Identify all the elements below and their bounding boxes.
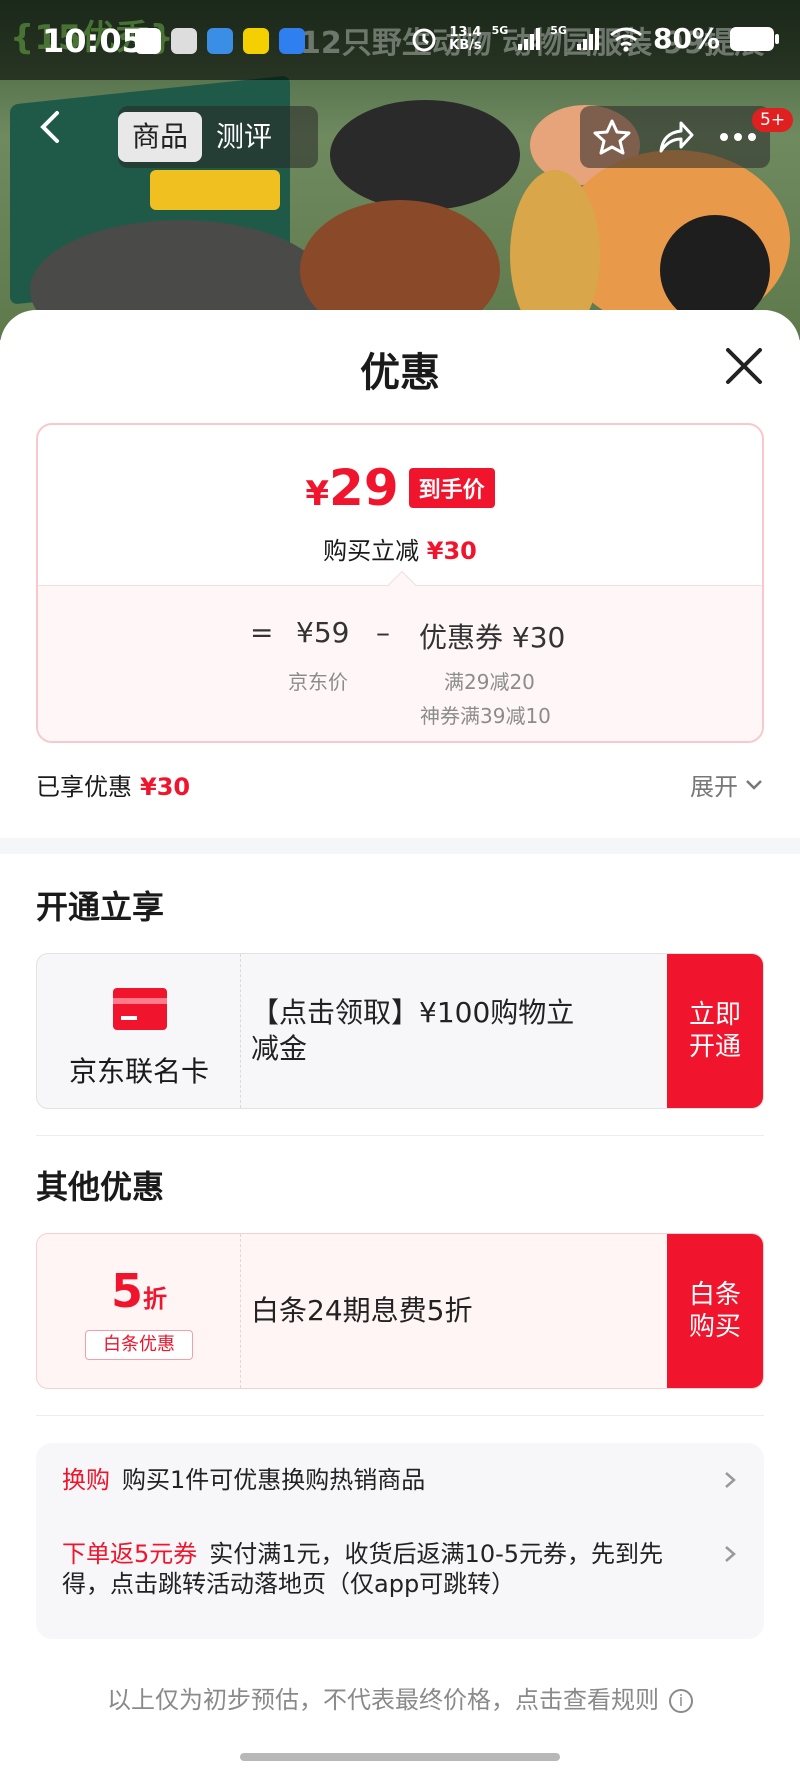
separator-line	[36, 1415, 764, 1416]
sim1-signal-icon	[518, 27, 541, 50]
expand-label: 展开	[690, 773, 738, 801]
rules-note-text: 以上仅为初步预估，不代表最终价格，点击查看规则	[107, 1686, 659, 1714]
enjoyed-discount-amount: ¥30	[140, 773, 191, 801]
gorilla-figure-image	[660, 215, 770, 325]
minus-sign: –	[376, 616, 390, 649]
tab-review[interactable]: 测评	[202, 112, 286, 162]
back-button[interactable]	[26, 106, 74, 166]
product-top-nav: 商品 测评	[0, 100, 800, 180]
price-card: ¥29 到手价 购买立减 ¥30 = ¥59 – 优惠券 ¥30 京东价 满29…	[36, 423, 764, 743]
tab-goods[interactable]: 商品	[118, 112, 203, 162]
status-time: 10:05	[42, 22, 144, 60]
discount-sheet: 优惠 ¥29 到手价 购买立减 ¥30 = ¥59 – 优惠券 ¥30 京东价 …	[0, 310, 800, 1777]
home-indicator[interactable]	[240, 1753, 560, 1761]
base-price-caption: 京东价	[288, 670, 348, 694]
discount-number: 5	[110, 1264, 143, 1318]
telegram-icon	[135, 28, 161, 54]
app-notify-icon	[207, 28, 233, 54]
sheet-title: 优惠	[360, 350, 440, 396]
cobrand-card-offer[interactable]: 京东联名卡 【点击领取】¥100购物立减金 立即开通	[36, 953, 764, 1109]
star-icon	[593, 119, 631, 155]
plane-icon	[171, 28, 197, 54]
battery-percent: 80%	[652, 22, 720, 55]
chevron-left-icon	[40, 111, 59, 143]
open-now-button[interactable]: 立即开通	[667, 954, 763, 1108]
instant-discount-row: 购买立减 ¥30	[38, 531, 762, 566]
coupon-amount: 优惠券 ¥30	[419, 621, 566, 654]
coupon-rule-1: 满29减20	[444, 670, 535, 694]
price-breakdown: = ¥59 – 优惠券 ¥30 京东价 满29减20 神券满39减10	[38, 585, 762, 741]
network-speed-value: 13.4	[449, 24, 482, 40]
sim2-signal-icon	[576, 27, 599, 50]
baitiao-discount-tag: 白条优惠	[85, 1330, 193, 1360]
rules-note[interactable]: 以上仅为初步预估，不代表最终价格，点击查看规则 i	[0, 1680, 800, 1715]
product-actions	[580, 106, 770, 168]
return-coupon-row[interactable]: 下单返5元券 实付满1元，收货后返满10-5元券，先到先得，点击跳转活动落地页（仅…	[62, 1539, 742, 1599]
cobrand-card-badge: 京东联名卡	[37, 954, 241, 1108]
cobrand-card-label: 京东联名卡	[68, 1055, 209, 1088]
expand-button[interactable]: 展开	[690, 767, 764, 802]
alarm-icon	[412, 28, 436, 51]
sim2-5g-label: 5G	[550, 24, 567, 37]
currency-symbol: ¥	[305, 474, 330, 514]
share-button[interactable]	[650, 112, 700, 162]
instant-discount-amount: ¥30	[426, 537, 477, 565]
cobrand-card-offer-text: 【点击领取】¥100购物立减金	[251, 996, 575, 1065]
section-divider	[0, 838, 800, 854]
separator-line	[36, 1135, 764, 1136]
baitiao-discount-badge: 5折 白条优惠	[37, 1234, 241, 1388]
network-speed-unit: KB/s	[449, 37, 482, 53]
extra-offers-panel: 换购 购买1件可优惠换购热销商品 下单返5元券 实付满1元，收货后返满10-5元券，…	[36, 1443, 764, 1639]
coupon-rule-2: 神券满39减10	[420, 704, 551, 728]
final-price-row: ¥29 到手价	[38, 459, 762, 517]
instant-discount-label: 购买立减	[323, 537, 420, 565]
product-tabs: 商品 测评	[118, 106, 318, 168]
baitiao-buy-button[interactable]: 白条购买	[667, 1234, 763, 1388]
chevron-right-icon	[725, 1472, 736, 1488]
close-icon	[726, 348, 762, 384]
baitiao-offer[interactable]: 5折 白条优惠 白条24期息费5折 白条购买	[36, 1233, 764, 1389]
favorite-button[interactable]	[587, 112, 637, 162]
final-price-value: 29	[329, 459, 399, 517]
share-icon	[659, 121, 694, 153]
info-icon: i	[669, 1689, 693, 1713]
status-bar: 10:05 13.4 KB/s 5G 5G 80%	[0, 0, 800, 80]
chevron-down-icon	[746, 779, 762, 790]
chat-app-icon	[279, 28, 305, 54]
network-speed: 13.4 KB/s	[449, 26, 481, 52]
exchange-offer-row[interactable]: 换购 购买1件可优惠换购热销商品	[62, 1465, 742, 1495]
message-count-badge: 5+	[752, 108, 794, 132]
exchange-offer-text: 购买1件可优惠换购热销商品	[122, 1466, 426, 1494]
status-right-group: 13.4 KB/s 5G 5G 80%	[409, 22, 779, 55]
final-price-tag: 到手价	[408, 468, 495, 508]
price-card-top: ¥29 到手价 购买立减 ¥30	[38, 425, 762, 585]
equals-sign: =	[250, 616, 274, 649]
final-price: ¥29	[305, 459, 398, 517]
more-dots-icon	[720, 133, 757, 141]
open-section-title: 开通立享	[36, 888, 165, 926]
return-coupon-tag: 下单返5元券	[62, 1540, 198, 1568]
base-price: ¥59	[296, 616, 350, 649]
enjoyed-discount-label: 已享优惠	[36, 773, 132, 801]
meituan-icon	[243, 28, 269, 54]
enjoyed-discount: 已享优惠 ¥30	[36, 767, 190, 802]
wifi-icon	[610, 27, 642, 51]
baitiao-offer-text: 白条24期息费5折	[251, 1294, 473, 1327]
credit-card-icon	[113, 988, 167, 1030]
close-button[interactable]	[720, 342, 768, 390]
other-section-title: 其他优惠	[36, 1168, 165, 1206]
exchange-offer-tag: 换购	[62, 1466, 110, 1494]
notification-icons	[135, 28, 305, 54]
sim1-5g-label: 5G	[491, 24, 509, 37]
baitiao-discount-value: 5折	[37, 1264, 241, 1318]
chevron-right-icon	[725, 1546, 736, 1562]
discount-unit: 折	[143, 1285, 167, 1313]
battery-icon	[730, 26, 779, 51]
